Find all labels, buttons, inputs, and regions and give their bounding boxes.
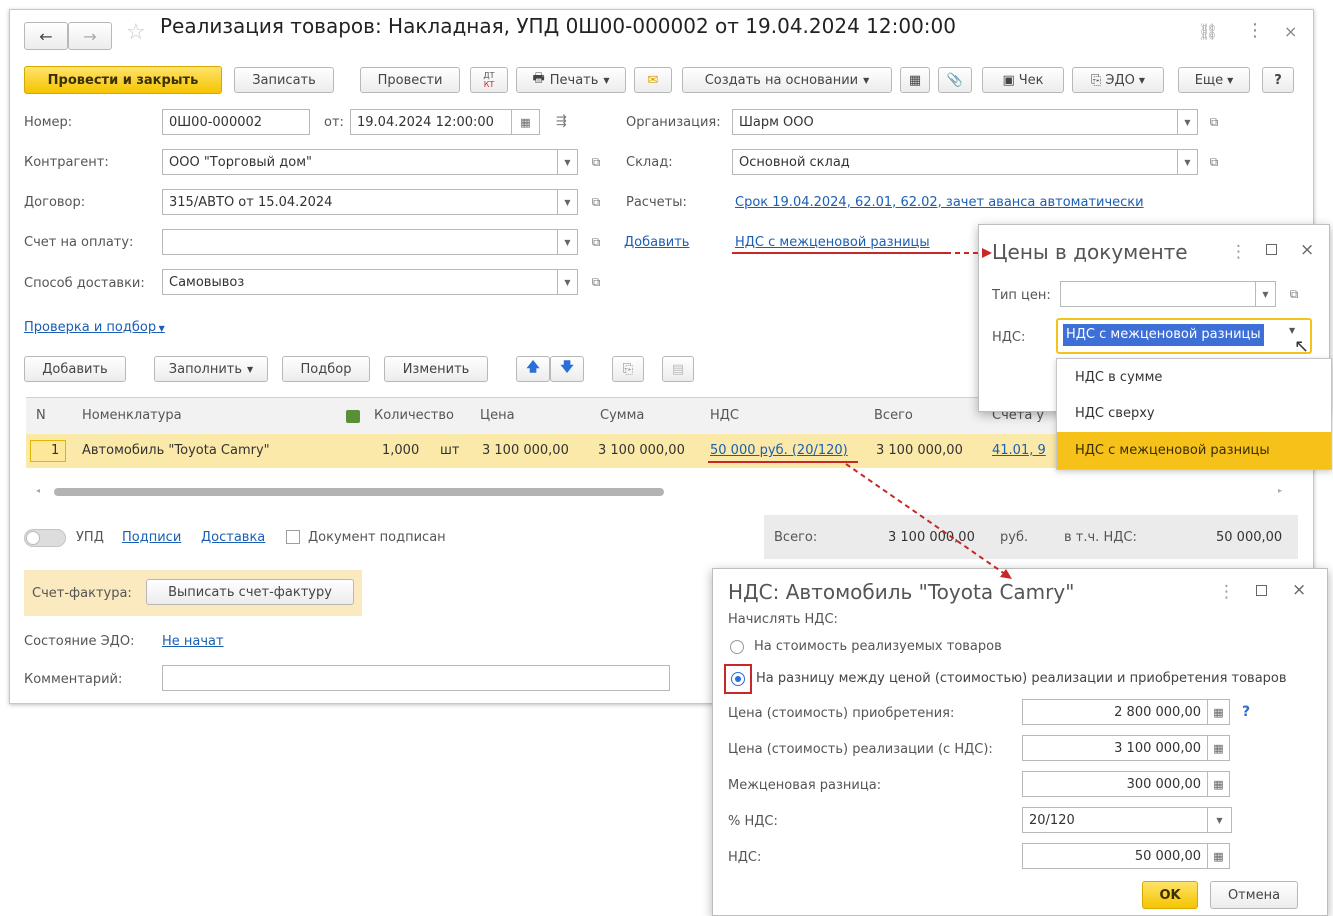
annotation-arrows <box>708 248 1012 579</box>
arrow-head <box>982 248 992 258</box>
arrow-to-vat-dialog <box>845 463 1006 575</box>
arrow-head <box>1000 569 1012 579</box>
